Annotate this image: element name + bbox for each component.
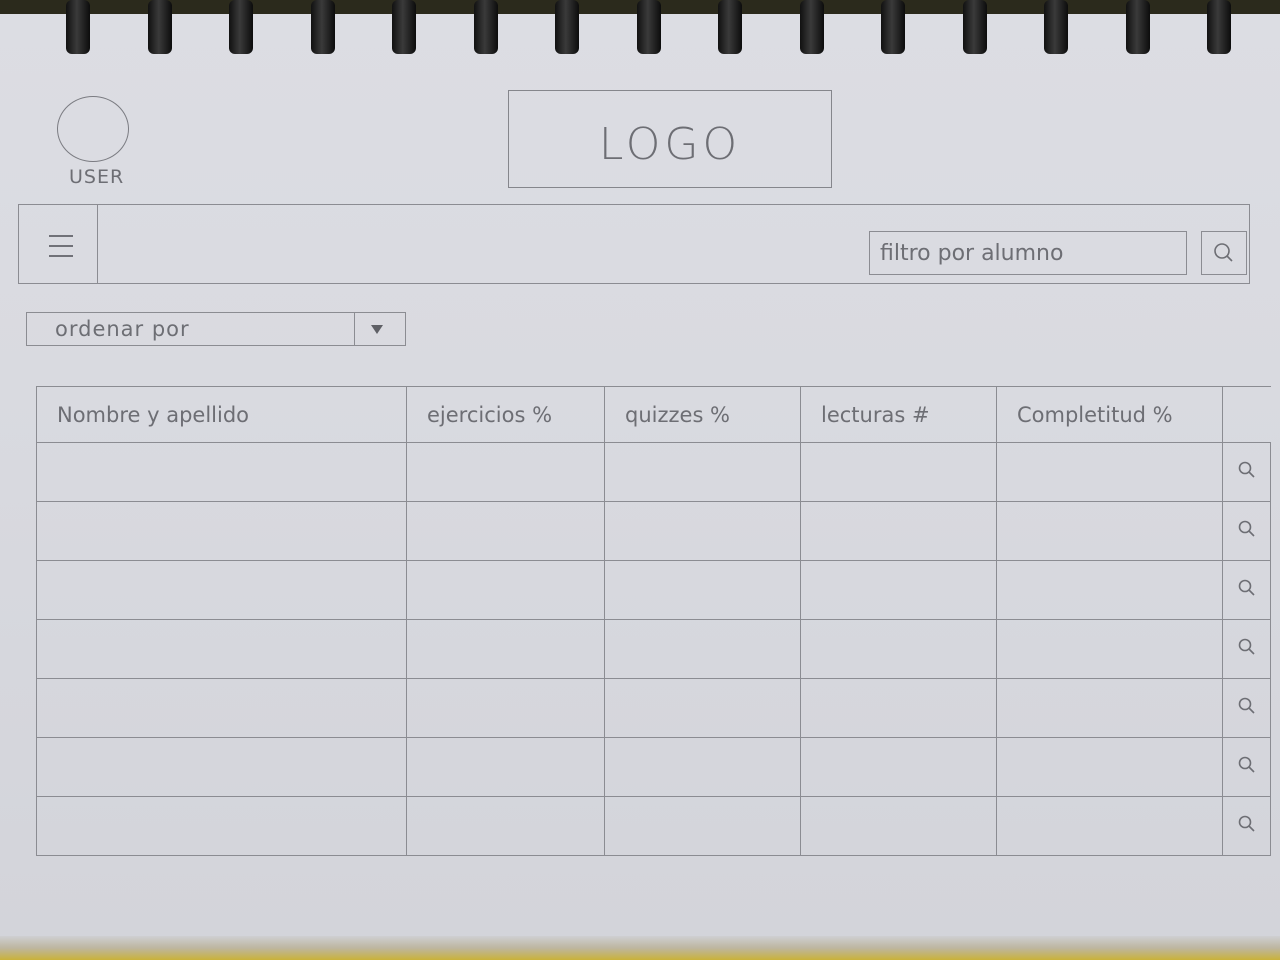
- view-row-button[interactable]: [1222, 619, 1271, 679]
- spiral-ring: [881, 0, 905, 54]
- table-cell: [604, 619, 801, 679]
- student-filter-input[interactable]: [869, 231, 1187, 275]
- table-cell: [36, 678, 407, 738]
- spiral-ring: [799, 0, 824, 54]
- table-cell: [996, 737, 1223, 797]
- search-icon: [1238, 638, 1255, 655]
- table-cell: [604, 442, 801, 502]
- view-row-button[interactable]: [1222, 737, 1271, 797]
- user-avatar[interactable]: [57, 96, 129, 162]
- spiral-ring: [1044, 0, 1068, 54]
- user-label: USER: [69, 166, 125, 188]
- view-row-button[interactable]: [1222, 796, 1271, 856]
- spiral-ring: [229, 0, 253, 54]
- table-cell: [996, 442, 1223, 502]
- table-cell: [604, 501, 801, 561]
- sort-dropdown-toggle[interactable]: [354, 313, 405, 345]
- spiral-ring: [473, 0, 498, 54]
- table-cell: [406, 796, 605, 856]
- search-icon: [1238, 697, 1255, 714]
- logo: LOGO: [508, 90, 832, 188]
- spiral-ring: [1207, 0, 1231, 54]
- table-row[interactable]: [36, 796, 1271, 856]
- user-profile[interactable]: USER: [55, 96, 165, 206]
- search-button[interactable]: [1201, 231, 1247, 275]
- view-row-button[interactable]: [1222, 678, 1271, 738]
- sketch-paper: USER LOGO ordenar por: [0, 14, 1280, 942]
- menu-button[interactable]: [19, 205, 98, 283]
- spiral-ring: [66, 0, 90, 54]
- table-cell: [800, 737, 997, 797]
- table-cell: [406, 737, 605, 797]
- table-header-row: Nombre y apellido ejercicios % quizzes %…: [36, 386, 1271, 443]
- table-cell: [36, 442, 407, 502]
- table-row[interactable]: [36, 560, 1271, 620]
- table-cell: [36, 796, 407, 856]
- spiral-ring: [392, 0, 416, 54]
- table-row[interactable]: [36, 442, 1271, 502]
- table-cell: [406, 501, 605, 561]
- logo-text: LOGO: [598, 119, 742, 170]
- paper-edge: [0, 936, 1280, 960]
- table-cell: [996, 560, 1223, 620]
- spiral-ring: [555, 0, 579, 54]
- spiral-binding: [0, 0, 1280, 60]
- spiral-ring: [310, 0, 335, 54]
- sort-label: ordenar por: [55, 317, 190, 341]
- column-header[interactable]: ejercicios %: [406, 386, 605, 443]
- dropdown-arrow-icon: [371, 325, 383, 334]
- table-row[interactable]: [36, 737, 1271, 797]
- search-icon: [1238, 756, 1255, 773]
- table-cell: [604, 737, 801, 797]
- spiral-ring: [1125, 0, 1150, 54]
- table-cell: [996, 619, 1223, 679]
- table-cell: [604, 796, 801, 856]
- table-row[interactable]: [36, 619, 1271, 679]
- search-icon: [1214, 243, 1233, 262]
- table-cell: [406, 678, 605, 738]
- table-cell: [36, 560, 407, 620]
- search-icon: [1238, 520, 1255, 537]
- table-cell: [800, 442, 997, 502]
- table-cell: [996, 501, 1223, 561]
- column-header[interactable]: Nombre y apellido: [36, 386, 407, 443]
- table-cell: [604, 560, 801, 620]
- search-icon: [1238, 461, 1255, 478]
- table-cell: [800, 796, 997, 856]
- spiral-ring: [147, 0, 172, 54]
- column-header[interactable]: quizzes %: [604, 386, 801, 443]
- action-column-header: [1222, 386, 1271, 443]
- table-cell: [406, 619, 605, 679]
- table-row[interactable]: [36, 501, 1271, 561]
- table-cell: [604, 678, 801, 738]
- table-cell: [36, 737, 407, 797]
- table-cell: [406, 442, 605, 502]
- spiral-ring: [636, 0, 661, 54]
- spiral-ring: [718, 0, 742, 54]
- students-table: Nombre y apellido ejercicios % quizzes %…: [36, 386, 1271, 856]
- top-navbar: [18, 204, 1250, 284]
- students-table-container: Nombre y apellido ejercicios % quizzes %…: [36, 386, 1271, 856]
- view-row-button[interactable]: [1222, 442, 1271, 502]
- table-row[interactable]: [36, 678, 1271, 738]
- table-cell: [800, 560, 997, 620]
- search-icon: [1238, 579, 1255, 596]
- table-cell: [800, 501, 997, 561]
- table-cell: [996, 678, 1223, 738]
- view-row-button[interactable]: [1222, 560, 1271, 620]
- table-cell: [36, 619, 407, 679]
- table-cell: [996, 796, 1223, 856]
- search-icon: [1238, 815, 1255, 832]
- column-header[interactable]: Completitud %: [996, 386, 1223, 443]
- sort-dropdown[interactable]: ordenar por: [26, 312, 406, 346]
- table-cell: [800, 619, 997, 679]
- table-cell: [36, 501, 407, 561]
- table-cell: [406, 560, 605, 620]
- spiral-ring: [962, 0, 987, 54]
- table-cell: [800, 678, 997, 738]
- column-header[interactable]: lecturas #: [800, 386, 997, 443]
- view-row-button[interactable]: [1222, 501, 1271, 561]
